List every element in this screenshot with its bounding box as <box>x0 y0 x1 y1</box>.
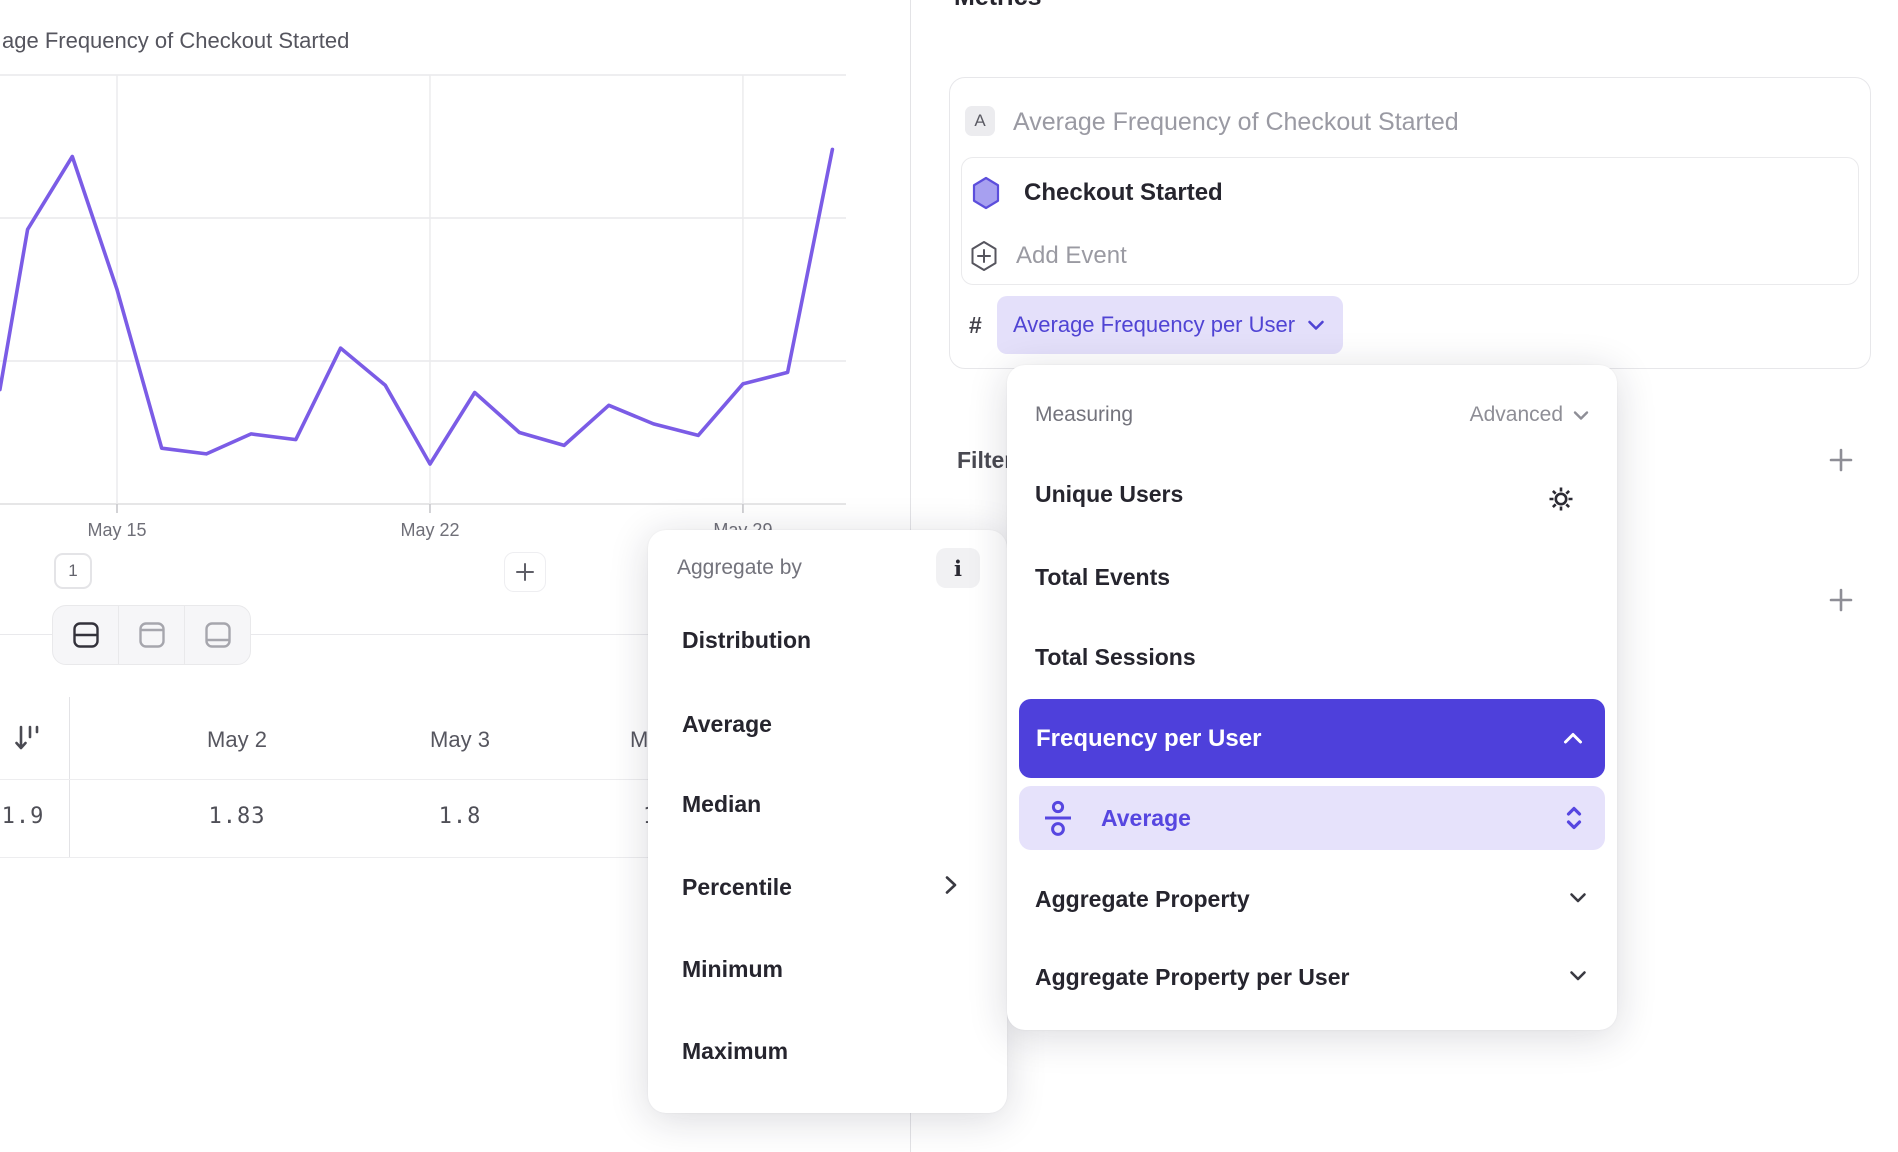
menu-item-distribution[interactable]: Distribution <box>682 627 811 654</box>
selected-item-label: Frequency per User <box>1036 725 1261 753</box>
layout-split-bottom-button[interactable] <box>185 606 250 664</box>
menu-item-percentile[interactable]: Percentile <box>682 874 792 901</box>
aggregate-by-menu: Aggregate by i Distribution Average Medi… <box>648 530 1007 1113</box>
plus-icon <box>1828 587 1854 613</box>
menu-item-total-events[interactable]: Total Events <box>1035 564 1170 591</box>
series-badge: A <box>965 106 995 136</box>
menu-item-aggregate-property[interactable]: Aggregate Property <box>1035 886 1250 913</box>
menu-item-median[interactable]: Median <box>682 791 761 818</box>
metric-chip-label: Average Frequency per User <box>1013 312 1295 338</box>
table-cell: 1.9 <box>0 803 46 831</box>
table-col-header[interactable]: May 2 <box>137 726 337 754</box>
chevron-down-icon <box>1573 410 1589 421</box>
sort-updown-icon <box>1565 805 1583 831</box>
chevron-up-icon <box>1563 732 1583 745</box>
info-button[interactable]: i <box>936 548 980 588</box>
table-column-divider <box>69 697 70 858</box>
add-event-label: Add Event <box>1016 242 1127 270</box>
chevron-down-icon <box>1307 319 1325 331</box>
table-cell: 1.8 <box>360 803 560 831</box>
menu-item-total-sessions[interactable]: Total Sessions <box>1035 644 1196 671</box>
divide-icon <box>1041 799 1075 837</box>
series-title[interactable]: Average Frequency of Checkout Started <box>1013 108 1459 137</box>
chevron-down-icon <box>1569 970 1587 982</box>
metric-type-symbol: # <box>969 312 982 339</box>
measuring-menu-title: Measuring <box>1035 403 1133 427</box>
add-segment-button[interactable] <box>504 552 546 592</box>
layout-split-middle-button[interactable] <box>53 606 119 664</box>
aggregate-by-menu-title: Aggregate by <box>677 556 802 580</box>
split-bottom-icon <box>203 620 233 650</box>
metrics-panel-title: Metrics <box>954 0 1042 12</box>
metric-dropdown-chip[interactable]: Average Frequency per User <box>997 296 1343 354</box>
axis-tick-label: May 15 <box>87 520 146 540</box>
add-breakdown-button[interactable] <box>1826 585 1856 615</box>
axis-tick-label: May 22 <box>400 520 459 540</box>
split-top-icon <box>137 620 167 650</box>
menu-item-maximum[interactable]: Maximum <box>682 1038 788 1065</box>
table-col-header[interactable] <box>0 726 46 754</box>
event-name[interactable]: Checkout Started <box>1024 179 1223 207</box>
series-line <box>0 149 832 464</box>
menu-item-minimum[interactable]: Minimum <box>682 956 783 983</box>
menu-subitem-average[interactable]: Average <box>1019 786 1605 850</box>
gear-icon[interactable] <box>1545 483 1577 515</box>
advanced-label: Advanced <box>1470 403 1563 427</box>
menu-item-average[interactable]: Average <box>682 711 772 738</box>
line-chart: May 15May 22May 29 <box>0 0 910 556</box>
menu-item-frequency-per-user-selected[interactable]: Frequency per User <box>1019 699 1605 778</box>
menu-item-unique-users[interactable]: Unique Users <box>1035 481 1183 508</box>
table-col-header[interactable]: May 3 <box>360 726 560 754</box>
app-canvas: age Frequency of Checkout Started May 15… <box>0 0 1898 1152</box>
chevron-right-icon <box>944 874 958 896</box>
segment-badge[interactable]: 1 <box>54 553 92 589</box>
advanced-dropdown[interactable]: Advanced <box>1470 403 1589 427</box>
add-filter-button[interactable] <box>1826 445 1856 475</box>
plus-icon <box>1828 447 1854 473</box>
add-event-hexagon-plus-icon <box>969 240 999 272</box>
plus-icon <box>515 562 535 582</box>
measuring-menu: Measuring Advanced Unique Users Total Ev… <box>1007 365 1617 1030</box>
chevron-down-icon <box>1569 892 1587 904</box>
layout-toggle-group <box>52 605 251 665</box>
add-event-button[interactable]: Add Event <box>969 240 1127 272</box>
table-cell: 1.83 <box>137 803 337 831</box>
menu-item-aggregate-property-per-user[interactable]: Aggregate Property per User <box>1035 964 1349 991</box>
event-hexagon-icon <box>971 176 1001 210</box>
layout-split-top-button[interactable] <box>119 606 185 664</box>
split-middle-icon <box>71 620 101 650</box>
subitem-label: Average <box>1101 805 1565 832</box>
